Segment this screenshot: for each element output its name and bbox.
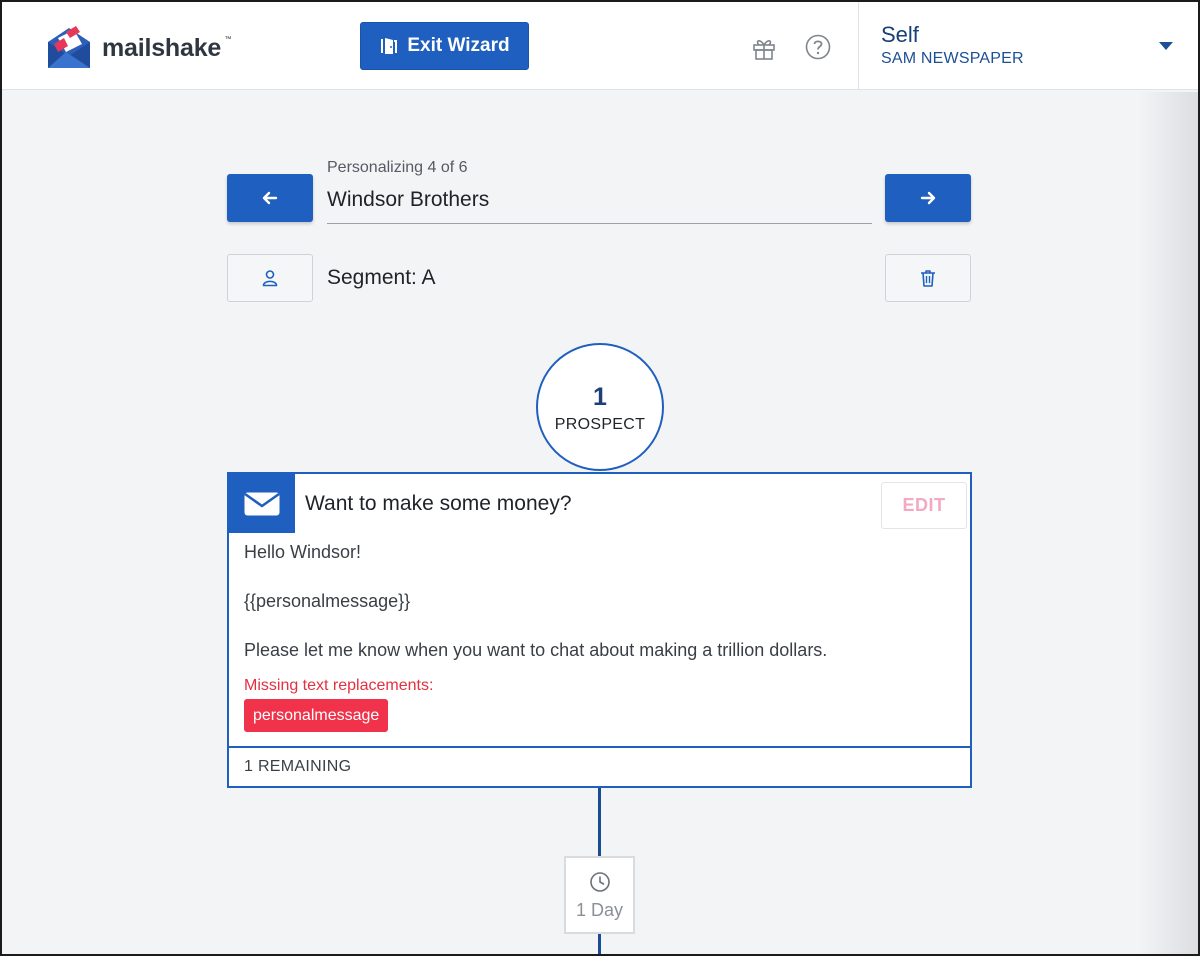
delay-label: 1 Day [575, 900, 624, 920]
email-body-placeholder: {{personalmessage}} [244, 591, 411, 611]
missing-tag-chip[interactable]: personalmessage [244, 699, 389, 732]
prospect-name-underline [327, 223, 872, 224]
prospect-count-label: PROSPECT [554, 415, 646, 433]
prospect-count-circle: 1 PROSPECT [536, 343, 664, 471]
right-edge-shadow [1138, 92, 1198, 954]
delete-prospect-button[interactable] [885, 254, 971, 302]
account-divider [858, 2, 859, 90]
next-prospect-button[interactable] [885, 174, 971, 222]
mailshake-logo[interactable]: mailshake ™ [44, 24, 232, 72]
remaining-count: 1 REMAINING [244, 758, 352, 775]
segment-label: Segment: A [327, 266, 436, 289]
personalizing-progress: Personalizing 4 of 6 [327, 159, 468, 176]
previous-prospect-button[interactable] [227, 174, 313, 222]
envelope-icon [244, 492, 280, 515]
edit-email-button[interactable]: EDIT [881, 482, 967, 529]
prospect-count: 1 [593, 382, 607, 411]
account-org[interactable]: SAM NEWSPAPER [881, 50, 1024, 68]
arrow-right-icon [920, 191, 936, 205]
email-subject: Want to make some money? [305, 492, 572, 515]
missing-replacements-label: Missing text replacements: [244, 677, 434, 694]
logo-wordmark: mailshake ™ [102, 33, 232, 62]
mailshake-logo-icon [48, 26, 90, 68]
email-icon-box [229, 474, 295, 533]
email-step-card: Want to make some money? EDIT Hello Wind… [227, 472, 972, 788]
exit-wizard-button[interactable]: Exit Wizard [360, 22, 529, 70]
card-divider [229, 746, 970, 748]
account-name[interactable]: Self [881, 22, 919, 48]
prospect-name: Windsor Brothers [327, 188, 490, 211]
segment-button[interactable] [227, 254, 313, 302]
email-body-greeting: Hello Windsor! [244, 542, 362, 562]
help-icon[interactable] [804, 33, 832, 61]
delay-step[interactable]: 1 Day [564, 856, 635, 934]
user-icon [262, 270, 278, 287]
email-body-message: Please let me know when you want to chat… [244, 640, 828, 660]
chevron-down-icon[interactable] [1159, 42, 1173, 50]
gift-icon[interactable] [750, 34, 778, 62]
exit-wizard-label: Exit Wizard [407, 35, 510, 56]
trash-icon [921, 270, 935, 287]
top-bar: mailshake ™ Exit Wizard Self SAM NEWSPAPE… [2, 2, 1198, 90]
clock-icon [589, 872, 610, 892]
door-exit-icon [381, 38, 398, 54]
arrow-left-icon [262, 191, 278, 205]
